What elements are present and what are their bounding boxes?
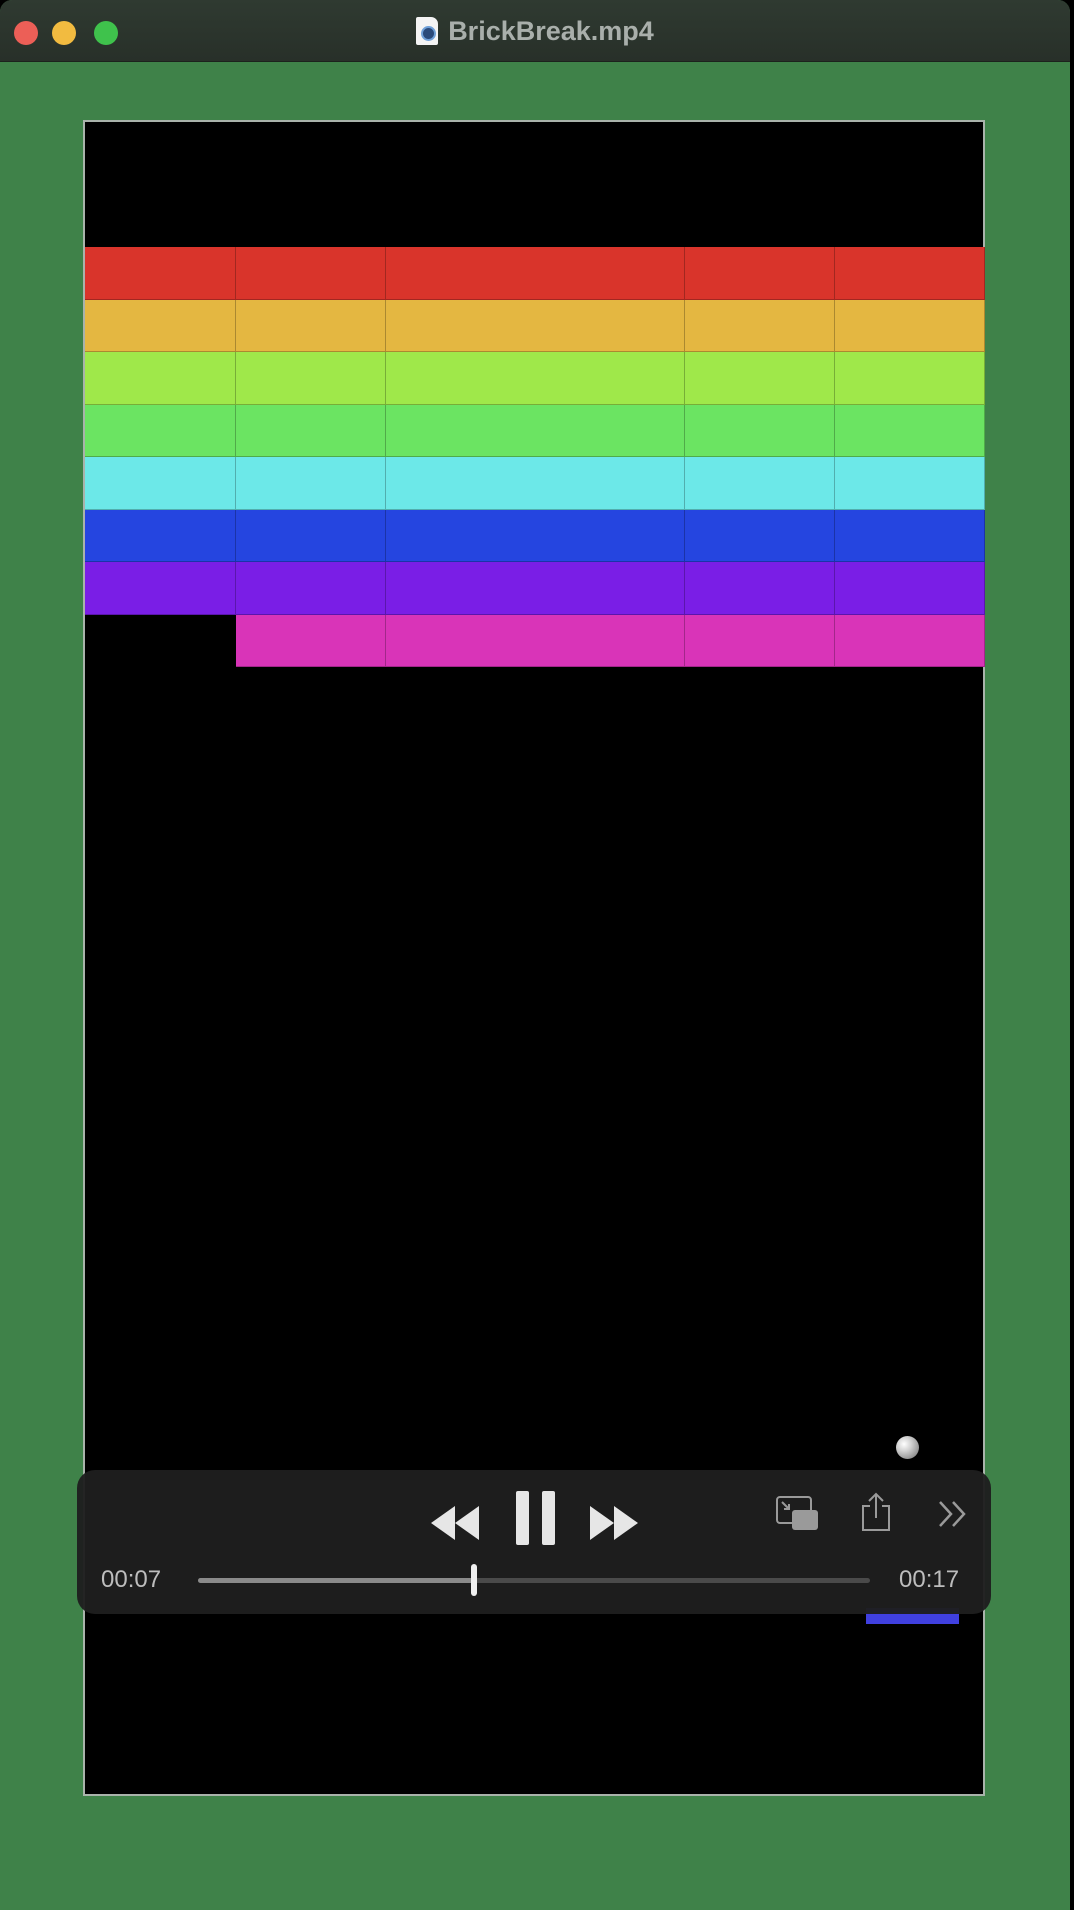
brick xyxy=(835,404,985,457)
brick xyxy=(685,509,835,562)
brick xyxy=(85,404,236,457)
brick xyxy=(85,352,236,405)
window-title: BrickBreak.mp4 xyxy=(448,15,654,46)
brick xyxy=(835,352,985,405)
quicktime-window: BrickBreak.mp4 00:07 00:17 xyxy=(0,0,1070,1910)
brick xyxy=(685,352,835,405)
playback-controls xyxy=(77,1470,991,1614)
brick xyxy=(835,562,985,615)
brick xyxy=(386,352,685,405)
brick xyxy=(386,299,685,352)
brick xyxy=(236,404,386,457)
progress-fill xyxy=(198,1578,474,1583)
progress-knob[interactable] xyxy=(470,1564,477,1596)
brick xyxy=(236,247,386,300)
brick xyxy=(236,457,386,510)
brick xyxy=(236,614,386,667)
brick xyxy=(236,299,386,352)
brick xyxy=(85,509,236,562)
brick xyxy=(685,457,835,510)
brick xyxy=(835,457,985,510)
brick xyxy=(236,562,386,615)
brick xyxy=(835,299,985,352)
brick xyxy=(236,509,386,562)
brick xyxy=(236,352,386,405)
brick xyxy=(685,614,835,667)
brick xyxy=(835,509,985,562)
title-bar[interactable]: BrickBreak.mp4 xyxy=(0,0,1070,62)
brick xyxy=(685,247,835,300)
brick xyxy=(386,457,685,510)
brick xyxy=(85,457,236,510)
fast-forward-icon[interactable] xyxy=(588,1502,638,1544)
ball xyxy=(896,1436,919,1459)
pause-icon[interactable] xyxy=(513,1490,559,1546)
brick xyxy=(386,404,685,457)
window-title-group: BrickBreak.mp4 xyxy=(0,16,1070,46)
brick xyxy=(685,299,835,352)
brick xyxy=(685,562,835,615)
rewind-icon[interactable] xyxy=(431,1502,481,1544)
progress-track[interactable] xyxy=(198,1564,870,1596)
brick xyxy=(386,509,685,562)
brick xyxy=(835,247,985,300)
current-time: 00:07 xyxy=(101,1566,162,1593)
total-time: 00:17 xyxy=(899,1566,960,1593)
brick xyxy=(386,614,685,667)
brick xyxy=(85,562,236,615)
brick xyxy=(85,299,236,352)
brick xyxy=(685,404,835,457)
brick xyxy=(85,247,236,300)
share-icon[interactable] xyxy=(858,1490,894,1534)
more-chevron-icon[interactable] xyxy=(935,1498,971,1530)
brick xyxy=(835,614,985,667)
video-file-icon xyxy=(416,17,439,45)
brick xyxy=(386,562,685,615)
brick xyxy=(386,247,685,300)
picture-in-picture-icon[interactable] xyxy=(775,1494,821,1534)
